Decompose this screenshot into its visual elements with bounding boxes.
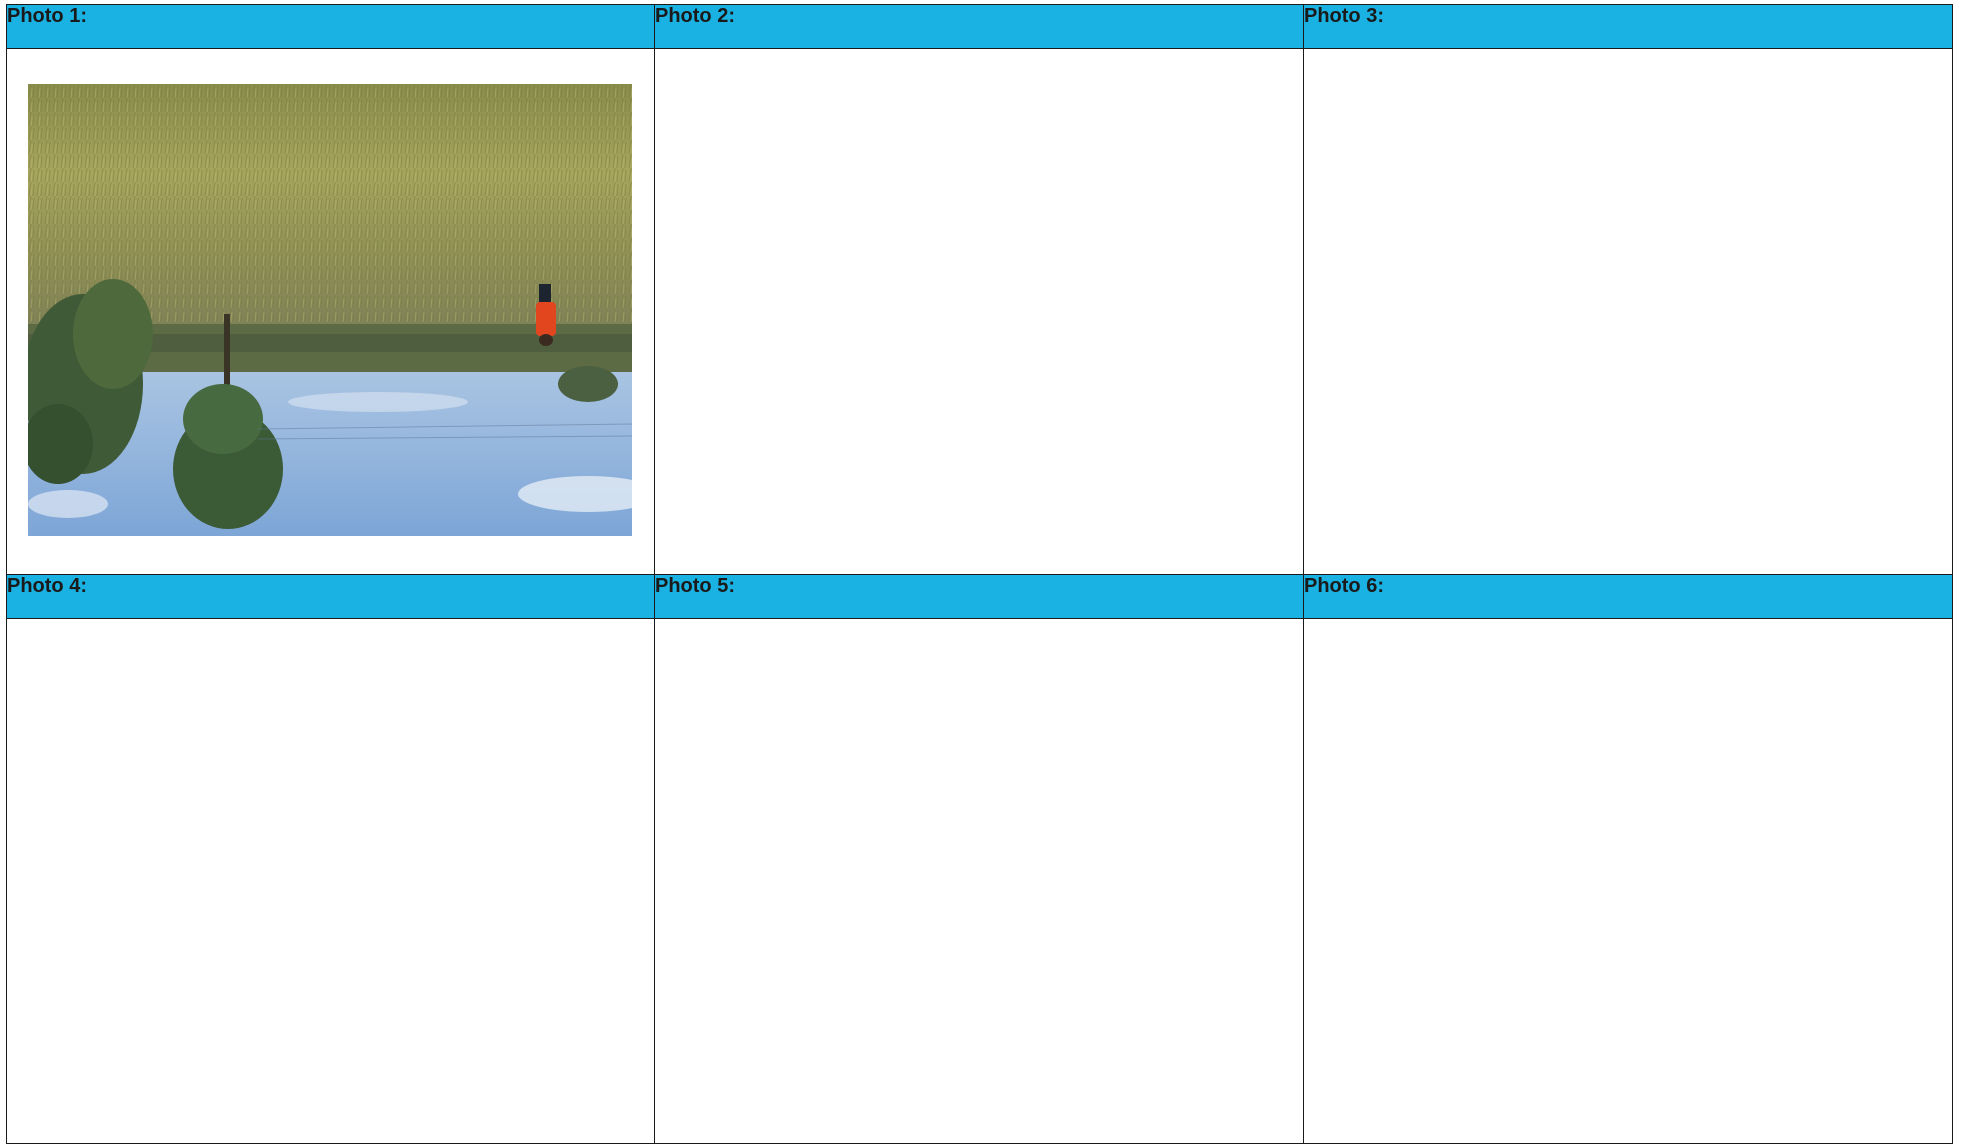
photo-1-image	[28, 84, 632, 536]
photo-sheet: Photo 1: Photo 2: Photo 3: Photo 4: Phot…	[6, 4, 1953, 1144]
photo-4-cell	[6, 618, 655, 1144]
photo-5-cell	[654, 618, 1304, 1144]
photo-row-2	[6, 618, 1953, 1144]
photo-6-header: Photo 6:	[1303, 574, 1953, 619]
photo-grid: Photo 1: Photo 2: Photo 3: Photo 4: Phot…	[6, 4, 1953, 1144]
photo-1-header: Photo 1:	[6, 4, 655, 49]
photo-3-header: Photo 3:	[1303, 4, 1953, 49]
photo-4-header: Photo 4:	[6, 574, 655, 619]
photo-2-cell	[654, 48, 1304, 575]
photo-6-cell	[1303, 618, 1953, 1144]
photo-1-cell	[6, 48, 655, 575]
header-row-1: Photo 1: Photo 2: Photo 3:	[6, 4, 1953, 49]
photo-2-header: Photo 2:	[654, 4, 1304, 49]
header-row-2: Photo 4: Photo 5: Photo 6:	[6, 574, 1953, 619]
photo-row-1	[6, 48, 1953, 575]
photo-5-header: Photo 5:	[654, 574, 1304, 619]
photo-3-cell	[1303, 48, 1953, 575]
